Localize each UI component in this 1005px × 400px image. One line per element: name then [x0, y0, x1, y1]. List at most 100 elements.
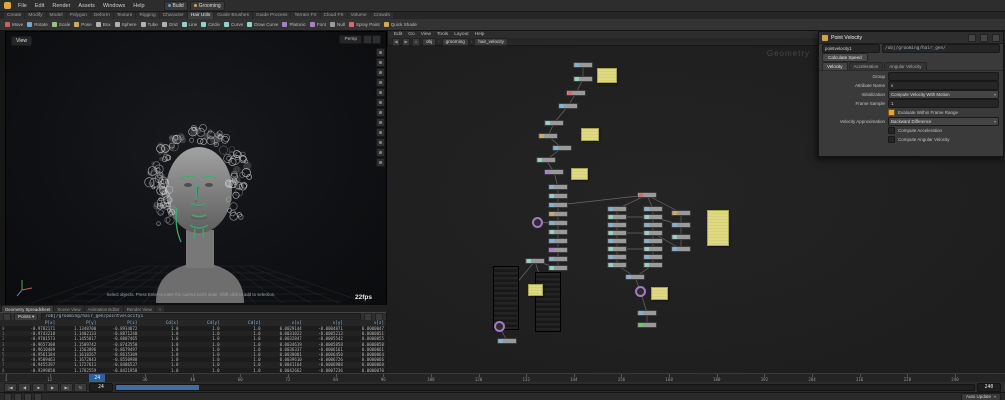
script-icon[interactable] [24, 392, 32, 400]
end-frame-field[interactable]: 240 [977, 382, 1001, 392]
calculate-speed-button[interactable]: Calculate Speed [822, 53, 868, 62]
shelf-tool-move[interactable]: Move [5, 22, 23, 27]
transport-item-button[interactable]: |◀ [4, 382, 17, 392]
current-frame-field[interactable]: 24 [89, 382, 113, 392]
camera-selector[interactable]: Persp [339, 35, 362, 44]
subnet-panel[interactable] [535, 272, 561, 332]
scale-icon[interactable] [376, 78, 385, 87]
pin-icon[interactable] [968, 33, 976, 42]
menu-render[interactable]: Render [50, 3, 72, 9]
graph-node[interactable] [607, 254, 627, 260]
graph-node[interactable] [536, 157, 556, 163]
scene-viewport[interactable]: Select objects. Press Enter to enter the… [5, 31, 387, 306]
shelf-tool-null[interactable]: Null [330, 22, 345, 27]
shelf-tool-circle[interactable]: Circle [201, 22, 220, 27]
shelf-tab-character[interactable]: Character [159, 12, 187, 19]
display-options-icon[interactable] [376, 158, 385, 167]
back-icon[interactable]: ◀ [392, 37, 400, 46]
network-menu-layout[interactable]: Layout [454, 32, 468, 37]
breadcrumb-obj[interactable]: obj [422, 37, 437, 46]
graph-node[interactable] [671, 210, 691, 216]
handles-icon[interactable] [376, 88, 385, 97]
graph-node[interactable] [548, 238, 568, 244]
node-path-field[interactable]: /obj/grooming/hair_gen/ [882, 44, 1000, 53]
graph-node[interactable] [548, 220, 568, 226]
translate-icon[interactable] [376, 58, 385, 67]
breadcrumb-hair-velocity[interactable]: hair_velocity [474, 37, 508, 46]
checkbox-compute-angular-velocity[interactable] [888, 136, 895, 143]
graph-node[interactable] [671, 234, 691, 240]
network-menu-go[interactable]: Go [408, 32, 414, 37]
graph-node[interactable] [525, 258, 545, 264]
graph-node[interactable] [643, 206, 663, 212]
sticky-note[interactable] [597, 68, 617, 83]
checkbox-compute-acceleration[interactable] [888, 127, 895, 134]
table-row[interactable]: 8 -0.9399058 1.1782559 -0.8421958 1.0 1.0 1.0 0… [0, 368, 386, 373]
desktop-tab-build[interactable]: Build [163, 0, 188, 11]
menu-file[interactable]: File [16, 3, 29, 9]
graph-node[interactable] [497, 338, 517, 344]
graph-node[interactable] [548, 211, 568, 217]
shelf-tab-rigging[interactable]: Rigging [136, 12, 159, 19]
memory-icon[interactable] [34, 392, 42, 400]
graph-node[interactable] [573, 62, 593, 68]
network-menu-tools[interactable]: Tools [437, 32, 448, 37]
shelf-tool-curve[interactable]: Curve [223, 22, 243, 27]
param-tab-acceleration[interactable]: Acceleration [848, 62, 884, 70]
wireframe-icon[interactable] [376, 118, 385, 127]
shelf-tab-modify[interactable]: Modify [25, 12, 46, 19]
shelf-tool-tube[interactable]: Tube [140, 22, 158, 27]
desktop-tab-grooming[interactable]: Grooming [189, 0, 225, 11]
shelf-tab-guide-process[interactable]: Guide Process [252, 12, 291, 19]
light-icon[interactable] [376, 138, 385, 147]
grid-icon[interactable] [376, 128, 385, 137]
shelf-tab-model[interactable]: Model [46, 12, 66, 19]
graph-node[interactable] [548, 202, 568, 208]
shelf-tab-volume[interactable]: Volume [347, 12, 370, 19]
camera-icon[interactable] [376, 148, 385, 157]
param-tab-angular-velocity[interactable]: Angular Velocity [884, 62, 927, 70]
update-mode-dropdown[interactable]: Auto Update ▾ [960, 392, 1001, 400]
graph-node[interactable] [643, 262, 663, 268]
circular-node[interactable] [532, 217, 543, 228]
gear-icon[interactable] [980, 33, 988, 42]
frame-slider[interactable] [115, 383, 975, 391]
graph-node[interactable] [643, 222, 663, 228]
shelf-tool-scale[interactable]: Scale [51, 22, 70, 27]
message-log-icon[interactable] [4, 392, 12, 400]
graph-node[interactable] [548, 247, 568, 253]
shelf-tab-crowds[interactable]: Crowds [370, 12, 393, 19]
network-menu-view[interactable]: View [421, 32, 431, 37]
shelf-tool-pose[interactable]: Pose [74, 22, 92, 27]
shelf-tool-grid[interactable]: Grid [161, 22, 178, 27]
graph-node[interactable] [544, 120, 564, 126]
close-icon[interactable] [992, 33, 1000, 42]
shelf-tool-box[interactable]: Box [95, 22, 111, 27]
graph-node[interactable] [643, 214, 663, 220]
transport-item-button[interactable]: ■ [32, 382, 45, 392]
shelf-tool-quick-shade[interactable]: Quick Shade [383, 22, 417, 27]
graph-node[interactable] [552, 145, 572, 151]
shelf-tool-platonic[interactable]: Platonic [282, 22, 306, 27]
graph-node[interactable] [625, 274, 645, 280]
graph-node[interactable] [607, 262, 627, 268]
dropdown-initialization[interactable]: Compute Velocity With Motion ▾ [888, 90, 999, 99]
graph-node[interactable] [548, 184, 568, 190]
param-tab-velocity[interactable]: Velocity [822, 62, 848, 70]
graph-node[interactable] [637, 310, 657, 316]
shelf-tab-hair-utils[interactable]: Hair Utils [187, 12, 214, 19]
network-menu-edit[interactable]: Edit [394, 32, 402, 37]
graph-node[interactable] [607, 230, 627, 236]
transport-item-button[interactable]: ↻ [74, 382, 87, 392]
shelf-tool-rotate[interactable]: Rotate [27, 22, 48, 27]
graph-node[interactable] [671, 222, 691, 228]
view-badge[interactable]: View [11, 36, 33, 46]
network-menu-help[interactable]: Help [475, 32, 485, 37]
sticky-note[interactable] [651, 287, 668, 300]
shelf-tab-create[interactable]: Create [4, 12, 25, 19]
shelf-tool-font[interactable]: Font [309, 22, 326, 27]
dropdown-velocity-approximation[interactable]: Backward Difference ▾ [888, 117, 999, 126]
shelf-tab-cloud-fx[interactable]: Cloud FX [320, 12, 347, 19]
graph-node[interactable] [643, 238, 663, 244]
graph-node[interactable] [607, 214, 627, 220]
